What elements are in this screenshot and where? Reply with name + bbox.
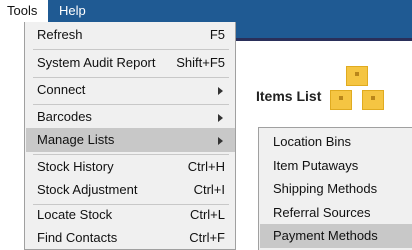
menu-help[interactable]: Help (52, 0, 93, 22)
menu-item-stock-adjustment[interactable]: Stock Adjustment Ctrl+I (26, 178, 235, 202)
menu-item-label: Stock History (37, 159, 114, 174)
submenu-arrow-icon (218, 114, 223, 122)
manage-lists-submenu: Location Bins Item Putaways Shipping Met… (258, 127, 412, 250)
menu-item-shortcut: Shift+F5 (176, 55, 225, 70)
menu-item-label: Manage Lists (37, 132, 115, 147)
menu-tools[interactable]: Tools (0, 0, 48, 22)
menu-item-manage-lists[interactable]: Manage Lists (26, 128, 235, 152)
menu-item-locate-stock[interactable]: Locate Stock Ctrl+L (26, 203, 235, 227)
menu-item-refresh[interactable]: Refresh F5 (26, 23, 235, 47)
menu-item-shortcut: Ctrl+I (193, 182, 225, 197)
submenu-item-location-bins[interactable]: Location Bins (260, 130, 412, 154)
menu-item-shortcut: Ctrl+F (189, 230, 225, 245)
submenu-item-item-putaways[interactable]: Item Putaways (260, 154, 412, 178)
submenu-item-label: Item Putaways (273, 158, 359, 173)
submenu-item-referral-sources[interactable]: Referral Sources (260, 201, 412, 225)
app-header-divider (236, 38, 412, 41)
menu-item-label: System Audit Report (37, 55, 156, 70)
menu-item-shortcut: Ctrl+H (187, 159, 225, 174)
menu-item-shortcut: F5 (209, 27, 225, 42)
submenu-item-label: Payment Methods (273, 228, 378, 243)
menu-item-stock-history[interactable]: Stock History Ctrl+H (26, 155, 235, 179)
submenu-item-label: Location Bins (273, 134, 352, 149)
menu-item-label: Barcodes (37, 109, 92, 124)
menu-item-find-contacts[interactable]: Find Contacts Ctrl+F (26, 226, 235, 250)
menu-bar: Tools Help (0, 0, 412, 22)
menu-item-label: Refresh (37, 27, 83, 42)
menu-item-shortcut: Ctrl+L (189, 207, 225, 222)
submenu-item-payment-methods[interactable]: Payment Methods (260, 224, 412, 248)
menu-separator (33, 49, 229, 50)
app-header-strip (236, 22, 412, 38)
items-list-title: Items List (256, 88, 322, 104)
menu-item-label: Stock Adjustment (37, 182, 138, 197)
menu-item-system-audit-report[interactable]: System Audit Report Shift+F5 (26, 51, 235, 75)
menu-item-connect[interactable]: Connect (26, 78, 235, 102)
stacked-boxes-icon (330, 66, 400, 126)
menu-item-barcodes[interactable]: Barcodes (26, 105, 235, 129)
submenu-item-label: Shipping Methods (273, 181, 378, 196)
submenu-arrow-icon (218, 87, 223, 95)
submenu-arrow-icon (218, 137, 223, 145)
submenu-item-label: Referral Sources (273, 205, 371, 220)
menu-item-label: Locate Stock (37, 207, 113, 222)
submenu-item-shipping-methods[interactable]: Shipping Methods (260, 177, 412, 201)
menu-item-label: Connect (37, 82, 86, 97)
tools-dropdown-menu: Refresh F5 System Audit Report Shift+F5 … (24, 22, 236, 250)
menu-item-label: Find Contacts (37, 230, 118, 245)
